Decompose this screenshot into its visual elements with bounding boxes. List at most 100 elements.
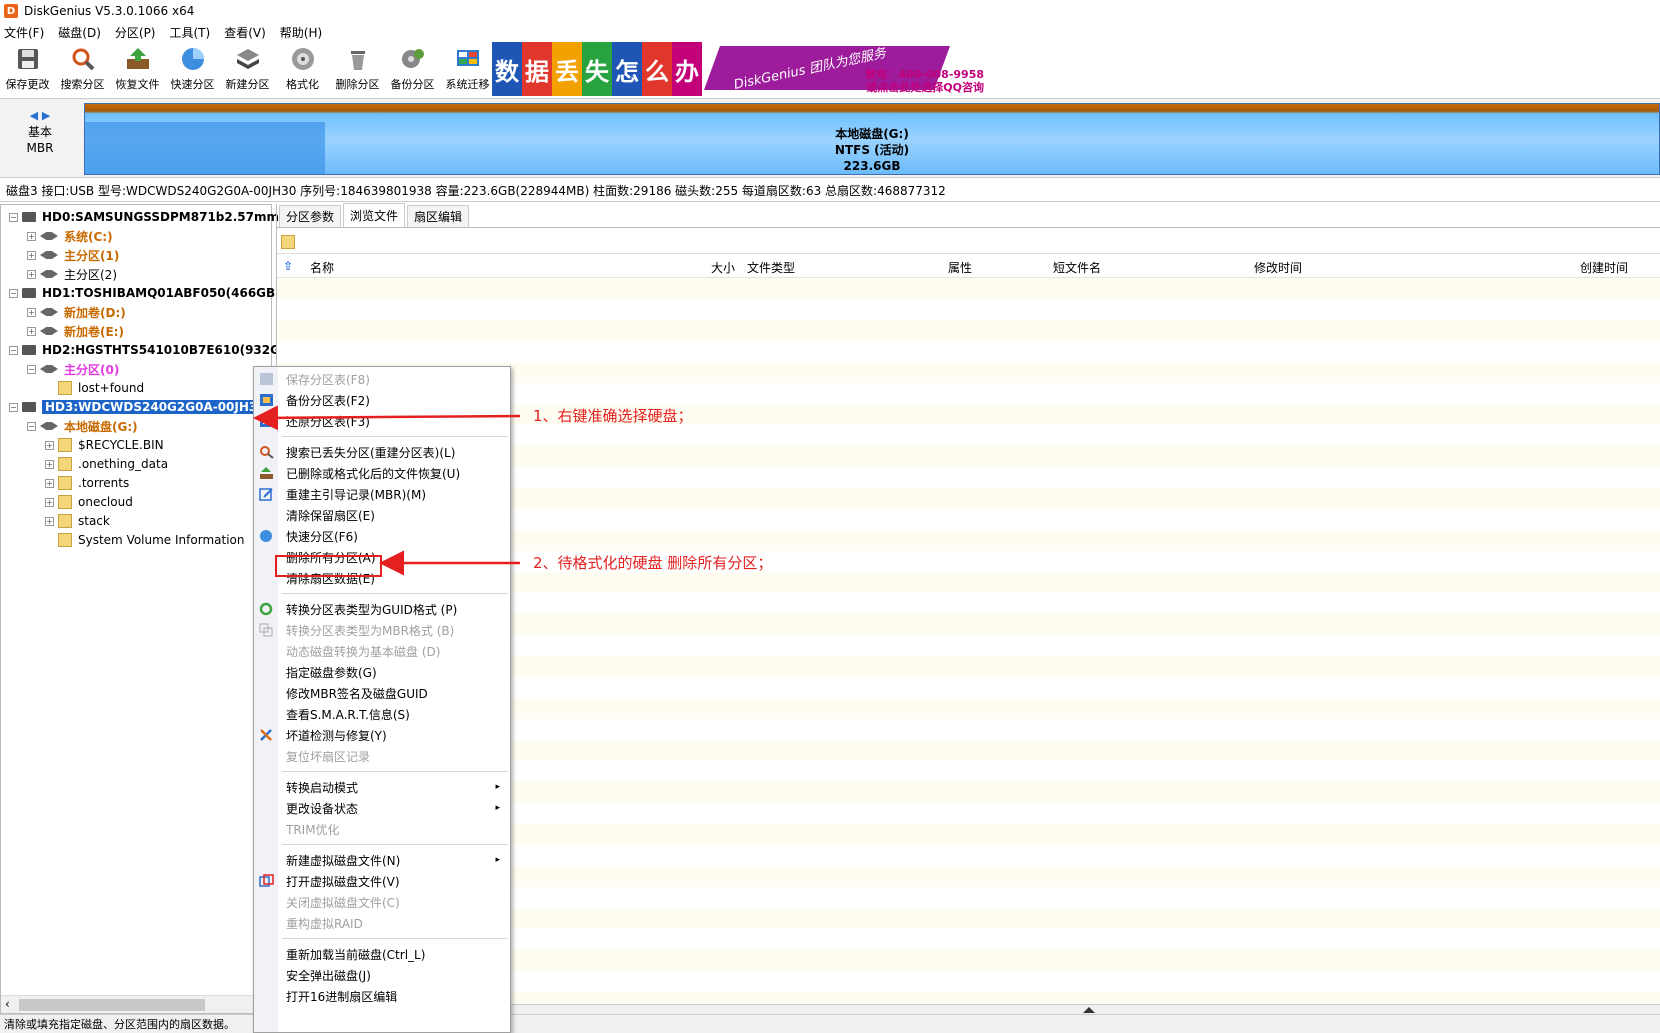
tree-node[interactable]: + onecloud <box>45 492 133 512</box>
tree-node[interactable]: + $RECYCLE.BIN <box>45 435 164 455</box>
context-menu-item[interactable]: 重新加载当前磁盘(Ctrl_L) <box>254 944 510 964</box>
col-type[interactable]: 文件类型 <box>747 259 795 276</box>
expander-icon[interactable]: − <box>9 345 18 355</box>
collapse-icon[interactable] <box>1083 1007 1095 1013</box>
expander-icon[interactable]: − <box>9 288 18 298</box>
expander-icon[interactable]: + <box>27 250 36 260</box>
folder-icon <box>58 457 72 471</box>
expander-icon[interactable]: − <box>9 402 18 412</box>
ad-banner[interactable]: 数据丢失怎么办 DiskGenius 团队为您服务 致电：400-008-995… <box>492 42 992 96</box>
context-menu-item[interactable]: 安全弹出磁盘(J) <box>254 965 510 985</box>
tree-node-label: $RECYCLE.BIN <box>78 438 164 452</box>
tree-node[interactable]: − HD1:TOSHIBAMQ01ABF050(466GB) <box>9 283 281 303</box>
menu-disk[interactable]: 磁盘(D) <box>58 24 101 41</box>
up-icon[interactable]: ⇧ <box>283 259 293 273</box>
menu-view[interactable]: 查看(V) <box>224 24 266 41</box>
context-menu-item[interactable]: 已删除或格式化后的文件恢复(U) <box>254 463 510 483</box>
tree-node[interactable]: + stack <box>45 511 110 531</box>
partition-block-g[interactable]: 本地磁盘(G:) NTFS (活动) 223.6GB <box>84 103 1660 175</box>
expander-icon[interactable]: − <box>9 212 18 222</box>
context-menu-item[interactable]: 更改设备状态 ▸ <box>254 798 510 818</box>
col-attr[interactable]: 属性 <box>948 259 972 276</box>
tab-partition-params[interactable]: 分区参数 <box>279 205 342 227</box>
context-menu-item[interactable]: 打开16进制扇区编辑 <box>254 986 510 1006</box>
tree-node[interactable]: + 主分区(2) <box>27 264 117 284</box>
tree-node[interactable]: + 新加卷(D:) <box>27 302 126 322</box>
context-menu-item[interactable]: 还原分区表(F3) <box>254 411 510 431</box>
tree-hscrollbar[interactable]: ‹ <box>1 995 271 1013</box>
toolbar-btn-3[interactable]: 快速分区 <box>165 42 220 94</box>
context-menu-item[interactable]: 修改MBR签名及磁盘GUID <box>254 683 510 703</box>
toolbar-btn-5[interactable]: 格式化 <box>275 42 330 94</box>
tab-sector-edit[interactable]: 扇区编辑 <box>407 205 470 227</box>
toolbar-btn-7[interactable]: 备份分区 <box>385 42 440 94</box>
menu-file[interactable]: 文件(F) <box>4 24 44 41</box>
expander-icon[interactable]: + <box>27 326 36 336</box>
context-menu-item[interactable]: 指定磁盘参数(G) <box>254 662 510 682</box>
backup-icon <box>398 44 428 74</box>
banner-qq: 或点击此处选择QQ咨询 <box>866 81 984 94</box>
col-short-name[interactable]: 短文件名 <box>1053 259 1101 276</box>
tree-node[interactable]: + 新加卷(E:) <box>27 321 124 341</box>
toolbar-btn-2[interactable]: 恢复文件 <box>110 42 165 94</box>
context-menu-item[interactable]: 快速分区(F6) <box>254 526 510 546</box>
menu-help[interactable]: 帮助(H) <box>280 24 322 41</box>
banner-char: 怎 <box>612 42 642 96</box>
expander-icon[interactable]: + <box>45 478 54 488</box>
col-size[interactable]: 大小 <box>711 259 735 276</box>
context-menu-item[interactable]: 新建虚拟磁盘文件(N) ▸ <box>254 850 510 870</box>
toolbar-btn-4[interactable]: 新建分区 <box>220 42 275 94</box>
scroll-thumb[interactable] <box>19 999 205 1011</box>
context-menu-item[interactable]: 转换分区表类型为GUID格式 (P) <box>254 599 510 619</box>
context-menu-label: 更改设备状态 <box>286 801 359 816</box>
context-menu-item[interactable]: 搜索已丢失分区(重建分区表)(L) <box>254 442 510 462</box>
expander-icon[interactable]: + <box>45 440 54 450</box>
menu-separator <box>282 844 508 845</box>
menu-separator <box>282 436 508 437</box>
tree-node[interactable]: + .torrents <box>45 473 129 493</box>
scroll-left-icon[interactable]: ‹ <box>5 997 10 1011</box>
expander-icon[interactable]: + <box>45 459 54 469</box>
toolbar-btn-1[interactable]: 搜索分区 <box>55 42 110 94</box>
toolbar-btn-6[interactable]: 删除分区 <box>330 42 385 94</box>
file-list-header: ⇧ 名称 大小 文件类型 属性 短文件名 修改时间 创建时间 <box>277 256 1660 278</box>
open-virtual-icon <box>259 874 274 888</box>
tree-node[interactable]: − HD3:WDCWDS240G2G0A-00JH30( <box>9 397 275 417</box>
tree-node[interactable]: − HD0:SAMSUNGSSDPM871b2.57mm2 <box>9 207 287 227</box>
context-menu-item[interactable]: 备份分区表(F2) <box>254 390 510 410</box>
context-menu-item[interactable]: 重建主引导记录(MBR)(M) <box>254 484 510 504</box>
tree-node[interactable]: + 主分区(1) <box>27 245 119 265</box>
col-modified[interactable]: 修改时间 <box>1254 259 1302 276</box>
expander-icon[interactable]: − <box>27 421 36 431</box>
menu-partition[interactable]: 分区(P) <box>115 24 156 41</box>
tree-node[interactable]: System Volume Information <box>45 530 244 550</box>
context-menu-item[interactable]: 坏道检测与修复(Y) <box>254 725 510 745</box>
expander-icon[interactable]: + <box>45 497 54 507</box>
expander-icon[interactable]: + <box>27 231 36 241</box>
prev-disk-arrow[interactable]: ◀ <box>30 109 38 122</box>
tree-node[interactable]: lost+found <box>45 378 144 398</box>
tree-node[interactable]: − 主分区(0) <box>27 359 119 379</box>
tree-node[interactable]: + 系统(C:) <box>27 226 113 246</box>
highlight-box <box>275 555 382 577</box>
search-icon <box>68 44 98 74</box>
tree-node[interactable]: − 本地磁盘(G:) <box>27 416 138 436</box>
toolbar-btn-0[interactable]: 保存更改 <box>0 42 55 94</box>
expander-icon[interactable]: − <box>27 364 36 374</box>
banner-char: 数 <box>492 42 522 96</box>
menu-tools[interactable]: 工具(T) <box>170 24 211 41</box>
expander-icon[interactable]: + <box>45 516 54 526</box>
context-menu-item[interactable]: 转换启动模式 ▸ <box>254 777 510 797</box>
tree-node[interactable]: − HD2:HGSTHTS541010B7E610(932GB) <box>9 340 295 360</box>
col-created[interactable]: 创建时间 <box>1580 259 1628 276</box>
col-name[interactable]: 名称 <box>310 259 334 276</box>
context-menu-item[interactable]: 打开虚拟磁盘文件(V) <box>254 871 510 891</box>
context-menu-item[interactable]: 清除保留扇区(E) <box>254 505 510 525</box>
context-menu-item[interactable]: 查看S.M.A.R.T.信息(S) <box>254 704 510 724</box>
tree-node[interactable]: + .onething_data <box>45 454 168 474</box>
expander-icon[interactable]: + <box>27 307 36 317</box>
next-disk-arrow[interactable]: ▶ <box>42 109 50 122</box>
tab-browse-files[interactable]: 浏览文件 <box>343 203 406 227</box>
toolbar-btn-8[interactable]: 系统迁移 <box>440 42 495 94</box>
expander-icon[interactable]: + <box>27 269 36 279</box>
